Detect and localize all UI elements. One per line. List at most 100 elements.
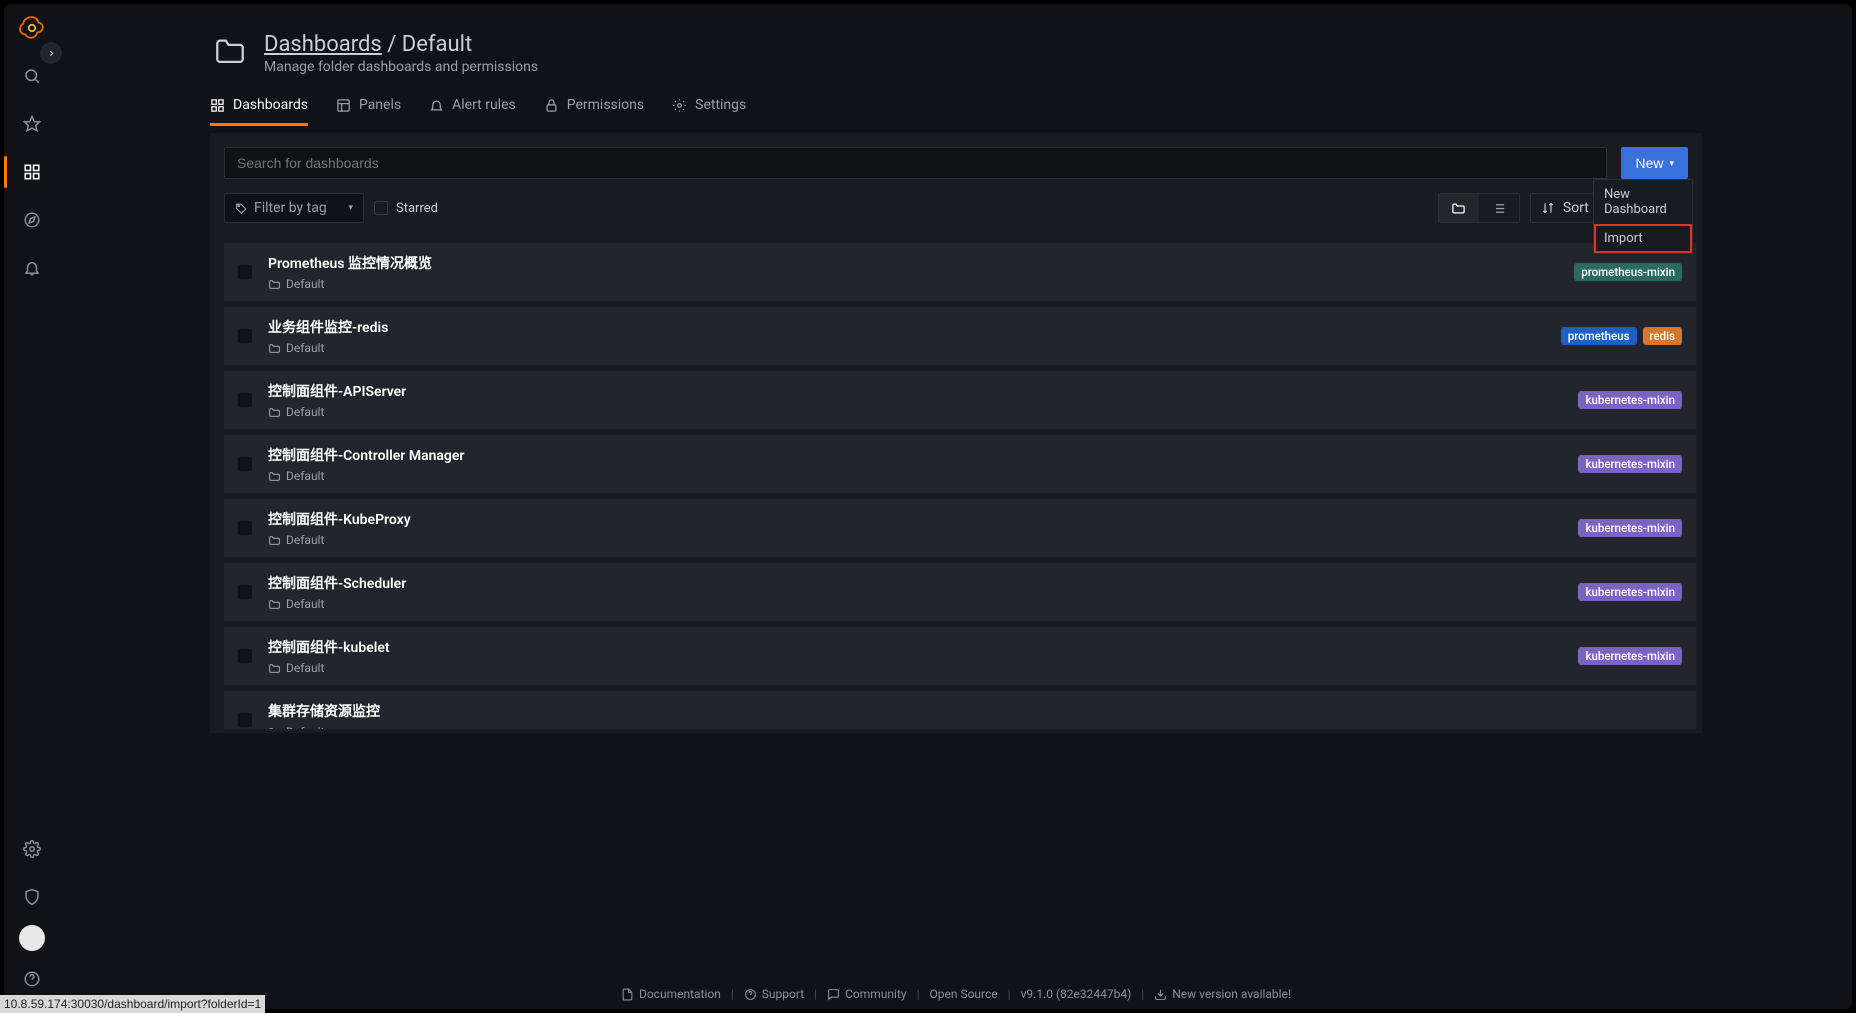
tag-icon — [235, 202, 248, 215]
tag-badge[interactable]: prometheus — [1561, 327, 1637, 345]
dashboard-title: 控制面组件-KubeProxy — [268, 509, 1562, 529]
dashboard-folder: Default — [268, 469, 1562, 483]
help-icon — [744, 988, 757, 1001]
nav-alerts[interactable] — [12, 248, 52, 288]
dashboard-folder: Default — [268, 725, 1666, 729]
nav-starred[interactable] — [12, 104, 52, 144]
page-header: Dashboards / Default Manage folder dashb… — [60, 4, 1852, 75]
dashboard-tags: kubernetes-mixin — [1578, 519, 1682, 537]
dashboard-title: 集群存储资源监控 — [268, 701, 1666, 721]
dashboard-row[interactable]: 控制面组件-KubeProxy Default kubernetes-mixin — [224, 499, 1696, 557]
checkbox[interactable] — [238, 713, 252, 727]
dashboard-tags: prometheus redis — [1561, 327, 1682, 345]
search-input[interactable] — [224, 147, 1607, 179]
tab-permissions[interactable]: Permissions — [544, 97, 644, 126]
dashboard-title: 控制面组件-APIServer — [268, 381, 1562, 401]
dashboard-row[interactable]: Prometheus 监控情况概览 Default prometheus-mixin — [224, 243, 1696, 301]
footer-doc-link[interactable]: Documentation — [621, 987, 721, 1001]
community-icon — [827, 988, 840, 1001]
tag-badge[interactable]: kubernetes-mixin — [1578, 583, 1682, 601]
checkbox[interactable] — [374, 201, 388, 215]
checkbox[interactable] — [238, 521, 252, 535]
checkbox[interactable] — [238, 457, 252, 471]
tabs: Dashboards Panels Alert rules Permissions Se… — [60, 75, 1852, 127]
starred-filter[interactable]: Starred — [374, 201, 438, 216]
footer-license[interactable]: Open Source — [930, 987, 998, 1001]
chevron-down-icon: ▾ — [348, 203, 353, 213]
dashboard-row[interactable]: 控制面组件-APIServer Default kubernetes-mixin — [224, 371, 1696, 429]
tag-badge[interactable]: prometheus-mixin — [1574, 263, 1682, 281]
dashboard-tags: kubernetes-mixin — [1578, 583, 1682, 601]
tab-panels[interactable]: Panels — [336, 97, 401, 126]
bell-icon — [429, 98, 444, 113]
menu-item-new-dashboard[interactable]: New Dashboard — [1594, 180, 1692, 224]
checkbox[interactable] — [238, 265, 252, 279]
tag-badge[interactable]: kubernetes-mixin — [1578, 519, 1682, 537]
dashboard-folder: Default — [268, 405, 1562, 419]
tag-badge[interactable]: kubernetes-mixin — [1578, 647, 1682, 665]
sidebar — [4, 4, 60, 1009]
filter-by-tag[interactable]: Filter by tag ▾ — [224, 193, 364, 223]
doc-icon — [621, 988, 634, 1001]
dashboard-tags: kubernetes-mixin — [1578, 647, 1682, 665]
dashboard-title: 控制面组件-Controller Manager — [268, 445, 1562, 465]
checkbox[interactable] — [238, 329, 252, 343]
tag-badge[interactable]: kubernetes-mixin — [1578, 391, 1682, 409]
dashboard-row[interactable]: 控制面组件-kubelet Default kubernetes-mixin — [224, 627, 1696, 685]
grid-icon — [210, 98, 225, 113]
dashboard-folder: Default — [268, 277, 1558, 291]
breadcrumb-current: Default — [402, 32, 472, 57]
dashboard-folder: Default — [268, 661, 1562, 675]
sort-icon — [1541, 201, 1555, 215]
nav-dashboards[interactable] — [12, 152, 52, 192]
page-subtitle: Manage folder dashboards and permissions — [264, 59, 538, 75]
dashboard-row[interactable]: 集群存储资源监控 Default — [224, 691, 1696, 729]
nav-explore[interactable] — [12, 200, 52, 240]
dashboard-title: 业务组件监控-redis — [268, 317, 1545, 337]
nav-expand-button[interactable] — [40, 42, 62, 64]
view-list-button[interactable] — [1479, 194, 1519, 222]
nav-help[interactable] — [12, 959, 52, 999]
dashboard-folder: Default — [268, 533, 1562, 547]
checkbox[interactable] — [238, 585, 252, 599]
dashboard-title: Prometheus 监控情况概览 — [268, 253, 1558, 273]
dashboard-row[interactable]: 控制面组件-Scheduler Default kubernetes-mixin — [224, 563, 1696, 621]
tab-settings[interactable]: Settings — [672, 97, 746, 126]
dashboard-tags: prometheus-mixin — [1574, 263, 1682, 281]
checkbox[interactable] — [238, 393, 252, 407]
tab-dashboards[interactable]: Dashboards — [210, 97, 308, 126]
dashboard-tags: kubernetes-mixin — [1578, 391, 1682, 409]
folder-icon — [210, 32, 250, 72]
dashboard-row[interactable]: 业务组件监控-redisDefaultprometheusredis — [224, 307, 1696, 365]
new-menu: New DashboardImport — [1593, 179, 1693, 254]
tab-alert-rules[interactable]: Alert rules — [429, 97, 516, 126]
dashboard-row[interactable]: 控制面组件-Controller Manager Default kubernete… — [224, 435, 1696, 493]
view-folders-button[interactable] — [1439, 194, 1479, 222]
status-url-hint: 10.8.59.174:30030/dashboard/import?folde… — [0, 995, 265, 1013]
tag-badge[interactable]: kubernetes-mixin — [1578, 455, 1682, 473]
nav-config[interactable] — [12, 829, 52, 869]
footer-version: v9.1.0 (82e32447b4) — [1021, 987, 1132, 1001]
breadcrumb-link[interactable]: Dashboards — [264, 32, 382, 57]
lock-icon — [544, 98, 559, 113]
dashboard-title: 控制面组件-Scheduler — [268, 573, 1562, 593]
avatar[interactable] — [19, 925, 45, 951]
dashboard-list: Prometheus 监控情况概览 Default prometheus-mixin… — [224, 243, 1696, 729]
footer-update-link[interactable]: New version available! — [1154, 987, 1291, 1001]
download-icon — [1154, 988, 1167, 1001]
menu-item-import[interactable]: Import — [1594, 224, 1692, 253]
dashboard-tags: kubernetes-mixin — [1578, 455, 1682, 473]
chevron-down-icon: ▾ — [1669, 158, 1674, 169]
content-panel: New▾ Filter by tag ▾ Starred — [210, 133, 1702, 733]
checkbox[interactable] — [238, 649, 252, 663]
grafana-logo[interactable] — [16, 12, 48, 44]
footer: Documentation | Support | Community | Op… — [60, 987, 1852, 1001]
view-toggle — [1438, 193, 1520, 223]
dashboard-title: 控制面组件-kubelet — [268, 637, 1562, 657]
footer-support-link[interactable]: Support — [744, 987, 804, 1001]
nav-admin[interactable] — [12, 877, 52, 917]
dashboard-folder: Default — [268, 597, 1562, 611]
footer-community-link[interactable]: Community — [827, 987, 906, 1001]
new-button[interactable]: New▾ — [1621, 147, 1688, 179]
tag-badge[interactable]: redis — [1643, 327, 1682, 345]
